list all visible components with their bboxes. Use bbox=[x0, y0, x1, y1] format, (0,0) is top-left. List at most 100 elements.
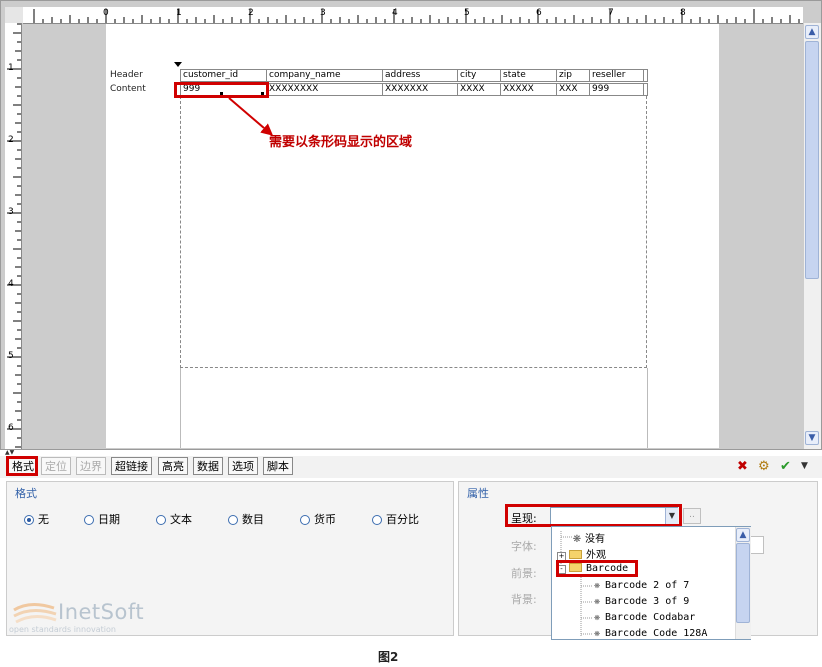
radio-label: 数目 bbox=[242, 513, 264, 526]
row-label-content: Content bbox=[110, 84, 146, 94]
list-item-label: Barcode Code 128A bbox=[605, 628, 708, 639]
content-cell[interactable]: XXX bbox=[556, 83, 590, 96]
radio-text[interactable]: 文本 bbox=[156, 511, 192, 527]
scroll-thumb[interactable] bbox=[805, 41, 819, 279]
radio-number[interactable]: 数目 bbox=[228, 511, 264, 527]
header-cell[interactable]: state bbox=[500, 69, 557, 82]
list-item-label: Barcode 2 of 7 bbox=[605, 580, 690, 591]
menu-arrow-icon[interactable]: ▼ bbox=[801, 461, 808, 471]
ruler-number: 2 bbox=[248, 8, 254, 18]
list-item[interactable]: ❋ Barcode Codabar bbox=[592, 612, 695, 623]
ruler-number: 4 bbox=[392, 8, 398, 18]
radio-label: 文本 bbox=[170, 513, 192, 526]
scroll-down-button[interactable]: ▼ bbox=[805, 431, 819, 445]
content-cell[interactable]: XXXXXXX bbox=[382, 83, 458, 96]
ruler-number: 5 bbox=[8, 351, 14, 361]
radio-circle-icon bbox=[24, 515, 34, 525]
ruler-number: 2 bbox=[8, 135, 14, 145]
content-cell[interactable]: XXXXX bbox=[500, 83, 557, 96]
scroll-thumb[interactable] bbox=[736, 543, 750, 623]
list-item-label: 没有 bbox=[585, 534, 605, 545]
header-cell[interactable]: company_name bbox=[266, 69, 383, 82]
property-tabs: 格式 定位 边界 超链接 高亮 数据 选项 脚本 bbox=[0, 456, 822, 478]
list-item[interactable]: ❋ Barcode 2 of 7 bbox=[592, 580, 689, 591]
gear-icon: ❋ bbox=[593, 580, 601, 591]
list-item-label: Barcode 3 of 9 bbox=[605, 596, 690, 607]
figure-caption: 图2 bbox=[378, 650, 399, 664]
radio-currency[interactable]: 货币 bbox=[300, 511, 336, 527]
header-cell[interactable]: zip bbox=[556, 69, 590, 82]
background-label: 背景: bbox=[511, 593, 537, 606]
ruler-number: 7 bbox=[608, 8, 614, 18]
content-cell[interactable]: XXXXXXXX bbox=[266, 83, 383, 96]
content-cell-end bbox=[643, 83, 648, 96]
tab-options[interactable]: 选项 bbox=[228, 457, 258, 475]
tab-data[interactable]: 数据 bbox=[193, 457, 223, 475]
tab-border: 边界 bbox=[76, 457, 106, 475]
list-item-label: Barcode Codabar bbox=[605, 612, 696, 623]
ellipsis-button: .. bbox=[683, 508, 701, 524]
gear-icon: ❋ bbox=[593, 612, 601, 623]
gear-icon: ❋ bbox=[593, 628, 601, 639]
annotation-text: 需要以条形码显示的区域 bbox=[269, 135, 413, 150]
highlight-box-format-tab bbox=[6, 456, 38, 476]
content-cell[interactable]: 999 bbox=[589, 83, 644, 96]
header-cell[interactable]: reseller bbox=[589, 69, 644, 82]
logo-tagline: open standards innovation bbox=[9, 625, 116, 634]
tab-script[interactable]: 脚本 bbox=[263, 457, 293, 475]
ruler-number: 4 bbox=[8, 279, 14, 289]
check-icon[interactable]: ✔ bbox=[780, 459, 791, 474]
ruler-number: 6 bbox=[536, 8, 542, 18]
vertical-ruler: 1 2 3 4 5 6 bbox=[5, 23, 22, 449]
radio-date[interactable]: 日期 bbox=[84, 511, 120, 527]
highlight-box-barcode-item bbox=[556, 560, 638, 577]
ruler-number: 6 bbox=[8, 423, 14, 433]
radio-circle-icon bbox=[156, 515, 166, 525]
radio-label: 无 bbox=[38, 513, 49, 526]
radio-circle-icon bbox=[372, 515, 382, 525]
logo-name: InetSoft bbox=[58, 600, 145, 624]
margin-line bbox=[647, 368, 648, 448]
list-item[interactable]: ❋ Barcode 3 of 9 bbox=[592, 596, 689, 607]
tab-hyperlink[interactable]: 超链接 bbox=[111, 457, 152, 475]
ruler-number: 3 bbox=[320, 8, 326, 18]
ruler-number: 0 bbox=[103, 8, 109, 18]
list-item[interactable]: ❋ Barcode Code 128A bbox=[592, 628, 707, 639]
radio-none[interactable]: 无 bbox=[24, 511, 49, 527]
radio-percent[interactable]: 百分比 bbox=[372, 511, 419, 527]
header-cell[interactable]: city bbox=[457, 69, 501, 82]
radio-label: 货币 bbox=[314, 513, 336, 526]
gear-icon: ❋ bbox=[593, 596, 601, 607]
ruler-number: 1 bbox=[176, 8, 182, 18]
ruler-number: 8 bbox=[680, 8, 686, 18]
row-label-header: Header bbox=[110, 70, 143, 80]
scroll-up-button[interactable]: ▲ bbox=[736, 528, 750, 542]
radio-circle-icon bbox=[228, 515, 238, 525]
dropdown-scrollbar[interactable]: ▲ bbox=[735, 527, 751, 639]
column-marker-icon[interactable] bbox=[174, 62, 182, 67]
foreground-label: 前景: bbox=[511, 567, 537, 580]
ruler-corner bbox=[5, 7, 23, 23]
tab-position: 定位 bbox=[41, 457, 71, 475]
horizontal-ruler-ticks bbox=[33, 9, 800, 23]
list-item[interactable]: + 外观 bbox=[557, 546, 606, 561]
report-designer-canvas: 0 1 2 3 4 5 6 7 8 1 2 3 4 5 6 Header Con… bbox=[0, 0, 822, 450]
header-cell[interactable]: customer_id bbox=[180, 69, 267, 82]
format-section-title: 格式 bbox=[15, 487, 37, 500]
list-item[interactable]: ❋ 没有 bbox=[572, 530, 605, 545]
tab-highlight[interactable]: 高亮 bbox=[158, 457, 188, 475]
folder-icon bbox=[569, 550, 582, 559]
ruler-number: 1 bbox=[8, 63, 14, 73]
presenter-dropdown-list[interactable]: ❋ 没有 + 外观 - Barcode ❋ Barcode 2 of 7 ❋ Barcod… bbox=[551, 526, 751, 640]
scroll-up-button[interactable]: ▲ bbox=[805, 25, 819, 39]
highlight-box-present bbox=[505, 504, 682, 527]
header-cell-end bbox=[643, 69, 648, 82]
radio-circle-icon bbox=[300, 515, 310, 525]
settings-icon[interactable]: ⚙ bbox=[758, 459, 770, 474]
header-cell[interactable]: address bbox=[382, 69, 458, 82]
vertical-scrollbar[interactable]: ▲ ▼ bbox=[803, 23, 821, 449]
margin-line bbox=[180, 368, 181, 448]
content-cell[interactable]: XXXX bbox=[457, 83, 501, 96]
close-icon[interactable]: ✖ bbox=[737, 459, 748, 474]
radio-label: 日期 bbox=[98, 513, 120, 526]
